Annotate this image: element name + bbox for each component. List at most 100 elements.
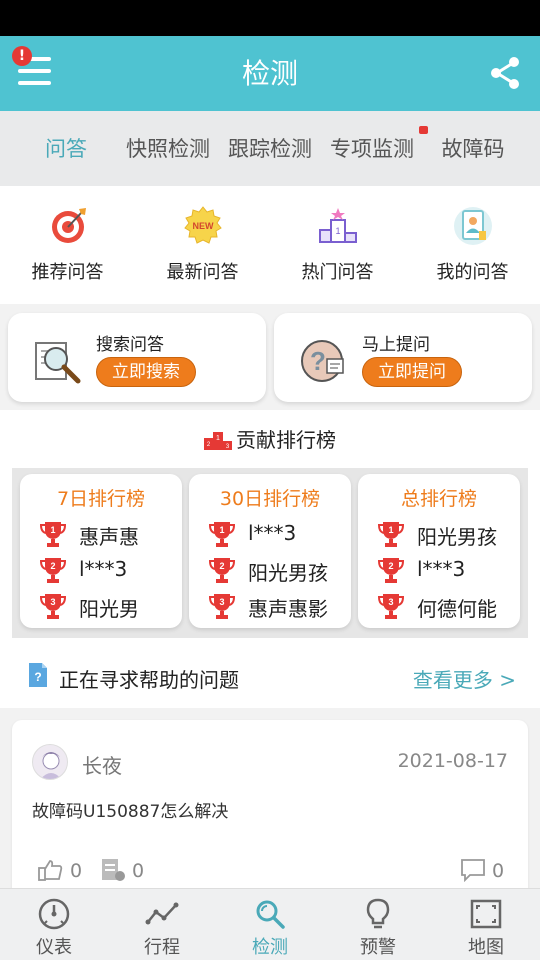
answer-count: 0 <box>132 860 145 882</box>
tab-special-badge <box>419 126 428 134</box>
ranking-podium-icon: 1 2 3 <box>204 432 232 450</box>
avatar-illustration <box>40 752 62 779</box>
question-card[interactable]: 长夜 2021-08-17 故障码U150887怎么解决 0 0 0 <box>12 720 528 900</box>
trophy-rank: 1 <box>388 525 393 535</box>
question-doc-icon: ? <box>29 663 47 687</box>
svg-text:1: 1 <box>335 226 340 236</box>
ranking-board-7d[interactable]: 7日排行榜 1 惠声惠 2 l***3 3 阳光男 <box>20 474 182 628</box>
search-card[interactable]: 搜索问答 立即搜索 <box>8 313 266 402</box>
page-title: 检测 <box>241 57 298 90</box>
new-badge-icon: NEW <box>183 206 222 244</box>
lightbulb-icon <box>366 898 390 929</box>
tab-bar: 问答 快照检测 跟踪检测 专项监测 故障码 <box>0 111 540 186</box>
comment-stat[interactable]: 0 <box>460 858 520 882</box>
nav-label: 行程 <box>144 937 180 958</box>
post-question[interactable]: 故障码U150887怎么解决 <box>32 797 228 822</box>
trophy-icon: 1 <box>209 522 235 547</box>
ranking-board-all[interactable]: 总排行榜 1 阳光男孩 2 l***3 3 何德何能 <box>358 474 520 628</box>
nav-label: 仪表 <box>36 937 72 958</box>
quick-nav-label: 热门问答 <box>301 262 374 283</box>
nav-warning[interactable]: 预警 <box>324 889 432 960</box>
ranking-entry-name: 惠声惠影 <box>248 597 328 621</box>
search-card-title: 搜索问答 <box>96 335 164 355</box>
trophy-icon: 3 <box>209 594 235 619</box>
trophy-icon: 2 <box>378 558 404 583</box>
answer-list-icon <box>102 859 125 881</box>
comment-icon <box>461 859 485 882</box>
tab-snapshot[interactable]: 快照检测 <box>120 111 216 186</box>
ask-card-title: 马上提问 <box>362 335 430 355</box>
trophy-rank: 3 <box>388 597 393 607</box>
see-more-link[interactable]: 查看更多 > <box>413 664 516 693</box>
trophy-icon: 2 <box>209 558 235 583</box>
map-frame-icon <box>470 899 502 929</box>
trophy-icon: 1 <box>378 522 404 547</box>
post-username[interactable]: 长夜 <box>82 750 122 779</box>
podium-icon: 1 <box>318 208 357 243</box>
ranking-section: 1 2 3 贡献排行榜 7日排行榜 1 惠声惠 2 l***3 3 阳光男 30… <box>0 410 540 648</box>
quick-nav: 推荐问答 NEW 最新问答 1 热门问答 我的问答 <box>0 186 540 304</box>
magnifier-document-icon <box>35 342 81 384</box>
scan-search-icon <box>256 900 285 929</box>
status-bar <box>0 0 540 36</box>
trophy-rank: 3 <box>50 597 55 607</box>
nav-label: 检测 <box>252 937 288 958</box>
svg-text:?: ? <box>310 346 326 376</box>
post-date: 2021-08-17 <box>397 750 508 772</box>
avatar[interactable] <box>32 744 68 780</box>
thumbs-up-icon <box>38 860 63 881</box>
tab-special[interactable]: 专项监测 <box>324 111 428 186</box>
ranking-entry-name: 阳光男孩 <box>417 525 497 549</box>
trophy-icon: 2 <box>40 558 66 583</box>
trophy-rank: 1 <box>219 525 224 535</box>
ranking-board-title: 7日排行榜 <box>56 488 146 510</box>
ranking-entry-name: l***3 <box>248 521 297 545</box>
trophy-icon: 1 <box>40 522 66 547</box>
tab-special-label: 专项监测 <box>330 137 414 161</box>
route-icon <box>145 902 179 925</box>
nav-label: 预警 <box>360 937 396 958</box>
action-cards: 搜索问答 立即搜索 ? 马上提问 立即提问 <box>0 304 540 410</box>
ranking-entry-name: l***3 <box>417 557 466 581</box>
nav-map[interactable]: 地图 <box>432 889 540 960</box>
ranking-board-30d[interactable]: 30日排行榜 1 l***3 2 阳光男孩 3 惠声惠影 <box>189 474 351 628</box>
bottom-nav: 仪表 行程 检测 预警 地图 <box>0 888 540 960</box>
like-stat[interactable]: 0 <box>38 858 98 882</box>
help-section-title: 正在寻求帮助的问题 <box>59 668 239 692</box>
quick-nav-label: 最新问答 <box>166 262 239 283</box>
ask-card[interactable]: ? 马上提问 立即提问 <box>274 313 532 402</box>
new-badge-text: NEW <box>192 221 214 231</box>
nav-trip[interactable]: 行程 <box>108 889 216 960</box>
tab-tracking[interactable]: 跟踪检测 <box>222 111 318 186</box>
quick-nav-mine[interactable]: 我的问答 <box>405 186 540 304</box>
trophy-rank: 2 <box>50 561 55 571</box>
quick-nav-recommended[interactable]: 推荐问答 <box>0 186 135 304</box>
ranking-board-title: 30日排行榜 <box>219 488 321 510</box>
answer-stat[interactable]: 0 <box>100 858 160 882</box>
comment-count: 0 <box>492 860 505 882</box>
trophy-rank: 2 <box>219 561 224 571</box>
trophy-icon: 3 <box>40 594 66 619</box>
ranking-title: 1 2 3 贡献排行榜 <box>0 424 540 453</box>
quick-nav-label: 我的问答 <box>436 262 509 283</box>
trophy-rank: 2 <box>388 561 393 571</box>
ranking-entry-name: 惠声惠 <box>79 525 139 549</box>
nav-detect[interactable]: 检测 <box>216 889 324 960</box>
nav-label: 地图 <box>468 937 504 958</box>
like-count: 0 <box>70 860 83 882</box>
tab-qa[interactable]: 问答 <box>20 111 112 186</box>
ranking-entry-name: 阳光男 <box>79 597 139 621</box>
tab-fault-code[interactable]: 故障码 <box>432 111 514 186</box>
search-now-button[interactable]: 立即搜索 <box>96 357 196 387</box>
quick-nav-label: 推荐问答 <box>31 262 104 283</box>
ask-now-button[interactable]: 立即提问 <box>362 357 462 387</box>
quick-nav-latest[interactable]: NEW 最新问答 <box>135 186 270 304</box>
nav-dashboard[interactable]: 仪表 <box>0 889 108 960</box>
question-bubble-icon: ? <box>301 340 344 382</box>
share-icon <box>491 57 519 89</box>
svg-text:?: ? <box>34 670 41 684</box>
ranking-title-text: 贡献排行榜 <box>236 428 336 452</box>
ranking-board-title: 总排行榜 <box>400 488 477 510</box>
quick-nav-popular[interactable]: 1 热门问答 <box>270 186 405 304</box>
share-button[interactable] <box>486 54 524 92</box>
